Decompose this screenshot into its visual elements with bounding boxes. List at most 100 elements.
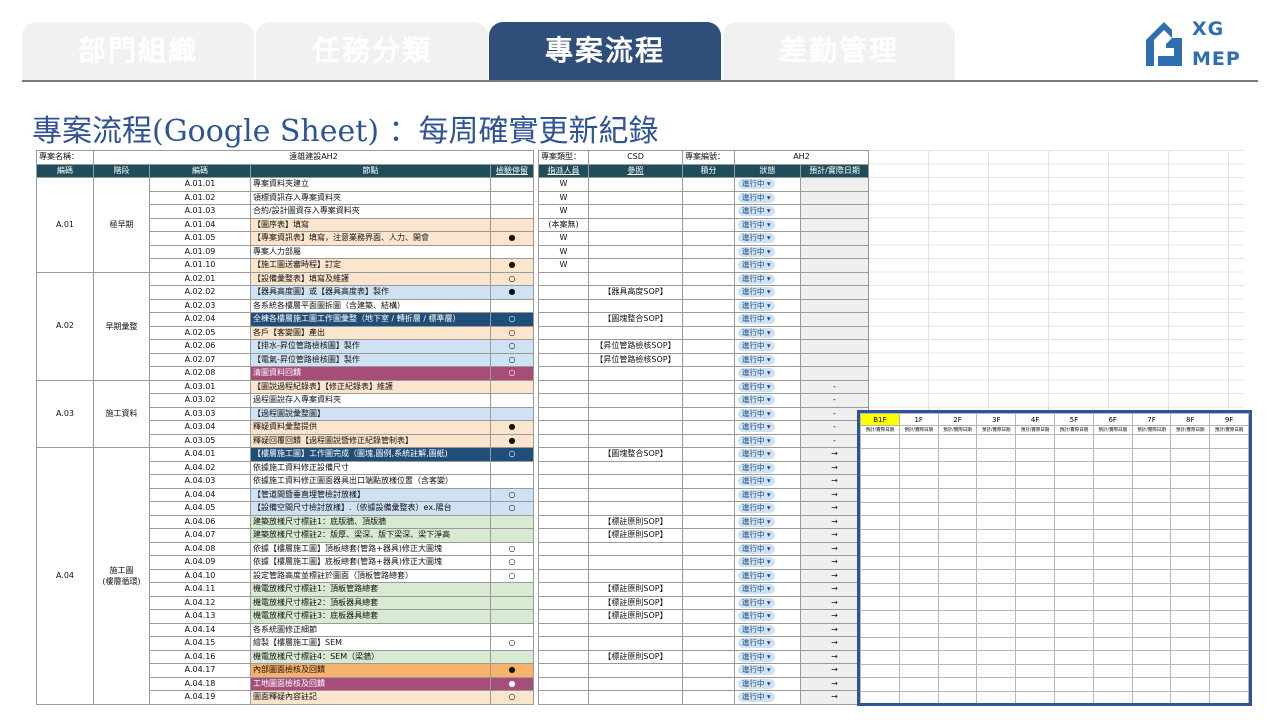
status-cell[interactable]: 進行中 ▾	[734, 568, 801, 583]
node-code-cell[interactable]: A.04.19	[149, 690, 251, 705]
node-cell[interactable]: 【管道間暨垂直埋管檢討放樣】	[250, 487, 491, 502]
floor-date-cell[interactable]	[1170, 515, 1211, 530]
node-code-cell[interactable]: A.04.10	[149, 568, 251, 583]
assignee-cell[interactable]: W	[538, 231, 589, 246]
status-cell[interactable]: 進行中 ▾	[734, 271, 801, 286]
floor-date-cell[interactable]	[1015, 623, 1055, 638]
floor-date-cell[interactable]	[860, 434, 900, 449]
node-cell[interactable]: 設定管路高度並標註於圖面（頂板管路總套）	[250, 568, 491, 583]
floor-date-cell[interactable]	[937, 677, 978, 692]
assignee-cell[interactable]	[538, 568, 589, 583]
node-code-cell[interactable]: A.01.09	[149, 244, 251, 259]
floor-date-cell[interactable]	[1015, 555, 1055, 570]
status-cell[interactable]: 進行中 ▾	[734, 352, 801, 367]
node-cell[interactable]: 機電放樣尺寸標註3：底板器具總套	[250, 609, 491, 624]
score-cell[interactable]	[682, 433, 735, 448]
assignee-cell[interactable]	[538, 514, 589, 529]
floor-date-cell[interactable]	[1131, 582, 1172, 597]
score-cell[interactable]	[682, 312, 735, 327]
floor-date-cell[interactable]	[1131, 461, 1172, 476]
reference-cell[interactable]	[588, 663, 683, 678]
floor-date-cell[interactable]	[860, 515, 900, 530]
floor-date-cell[interactable]	[1053, 677, 1094, 692]
score-cell[interactable]	[682, 514, 735, 529]
reference-cell[interactable]	[588, 501, 683, 516]
date-cell[interactable]	[800, 352, 869, 367]
node-code-cell[interactable]: A.03.01	[149, 379, 251, 394]
floor-date-cell[interactable]	[937, 582, 978, 597]
floor-date-cell[interactable]	[1131, 690, 1172, 703]
node-code-cell[interactable]: A.04.06	[149, 514, 251, 529]
node-cell[interactable]: 機電放樣尺寸標註1：頂板管路總套	[250, 582, 491, 597]
floor-date-cell[interactable]	[1170, 569, 1211, 584]
floor-date-cell[interactable]	[1209, 650, 1249, 665]
floor-date-cell[interactable]	[898, 501, 939, 516]
floor-date-cell[interactable]	[1170, 596, 1211, 611]
status-dropdown[interactable]: 進行中 ▾	[738, 638, 775, 649]
assignee-cell[interactable]	[538, 663, 589, 678]
floor-date-cell[interactable]	[976, 609, 1017, 624]
floor-date-cell[interactable]	[1170, 474, 1211, 489]
floor-date-cell[interactable]	[1015, 515, 1055, 530]
node-cell[interactable]: 【過程圖說彙整圖】	[250, 406, 491, 421]
floor-date-cell[interactable]	[1053, 501, 1094, 516]
reference-cell[interactable]	[588, 379, 683, 394]
node-code-cell[interactable]: A.04.12	[149, 595, 251, 610]
floor-date-cell[interactable]	[1131, 636, 1172, 651]
floor-date-cell[interactable]	[1015, 569, 1055, 584]
floor-date-cell[interactable]	[860, 677, 900, 692]
floor-date-cell[interactable]	[937, 569, 978, 584]
floor-date-cell[interactable]	[1053, 447, 1094, 462]
floor-date-cell[interactable]	[1092, 677, 1133, 692]
reference-cell[interactable]	[588, 393, 683, 408]
date-cell[interactable]: -	[800, 393, 869, 408]
score-cell[interactable]	[682, 258, 735, 273]
status-dropdown[interactable]: 進行中 ▾	[738, 354, 775, 365]
node-code-cell[interactable]: A.03.03	[149, 406, 251, 421]
floor-date-cell[interactable]	[976, 555, 1017, 570]
floor-date-cell[interactable]	[937, 474, 978, 489]
check-mark-cell[interactable]	[490, 393, 534, 408]
floor-date-cell[interactable]	[860, 596, 900, 611]
reference-cell[interactable]: 【標註原則SOP】	[588, 649, 683, 664]
score-cell[interactable]	[682, 690, 735, 705]
assignee-cell[interactable]: (本案無)	[538, 217, 589, 232]
score-cell[interactable]	[682, 352, 735, 367]
tab-department[interactable]: 部門組織	[22, 22, 254, 80]
check-mark-cell[interactable]: ●	[490, 285, 534, 300]
node-code-cell[interactable]: A.04.04	[149, 487, 251, 502]
check-mark-cell[interactable]: ○	[490, 352, 534, 367]
floor-date-cell[interactable]	[976, 650, 1017, 665]
check-mark-cell[interactable]: ○	[490, 636, 534, 651]
status-cell[interactable]: 進行中 ▾	[734, 190, 801, 205]
floor-date-cell[interactable]	[898, 596, 939, 611]
reference-cell[interactable]	[588, 177, 683, 192]
check-mark-cell[interactable]: ○	[490, 487, 534, 502]
node-cell[interactable]: 圖面釋疑內容註記	[250, 690, 491, 705]
node-cell[interactable]: 各戶【客變圖】產出	[250, 325, 491, 340]
floor-date-cell[interactable]	[1092, 650, 1133, 665]
floor-date-cell[interactable]	[860, 636, 900, 651]
floor-date-cell[interactable]	[976, 623, 1017, 638]
score-cell[interactable]	[682, 325, 735, 340]
floor-date-cell[interactable]	[1053, 609, 1094, 624]
floor-date-cell[interactable]	[860, 663, 900, 678]
floor-date-cell[interactable]	[1015, 690, 1055, 703]
floor-date-cell[interactable]	[976, 636, 1017, 651]
floor-date-cell[interactable]	[898, 488, 939, 503]
status-dropdown[interactable]: 進行中 ▾	[738, 327, 775, 338]
status-cell[interactable]: 進行中 ▾	[734, 528, 801, 543]
floor-date-cell[interactable]	[1209, 663, 1249, 678]
floor-date-cell[interactable]	[1092, 488, 1133, 503]
reference-cell[interactable]	[588, 271, 683, 286]
check-mark-cell[interactable]: ●	[490, 676, 534, 691]
status-cell[interactable]: 進行中 ▾	[734, 312, 801, 327]
floor-date-cell[interactable]	[1015, 650, 1055, 665]
floor-date-cell[interactable]	[860, 474, 900, 489]
floor-date-cell[interactable]	[1053, 542, 1094, 557]
assignee-cell[interactable]	[538, 690, 589, 705]
floor-date-cell[interactable]	[937, 515, 978, 530]
check-mark-cell[interactable]: ○	[490, 447, 534, 462]
node-cell[interactable]: 釋疑資料彙整提供	[250, 420, 491, 435]
assignee-cell[interactable]	[538, 555, 589, 570]
